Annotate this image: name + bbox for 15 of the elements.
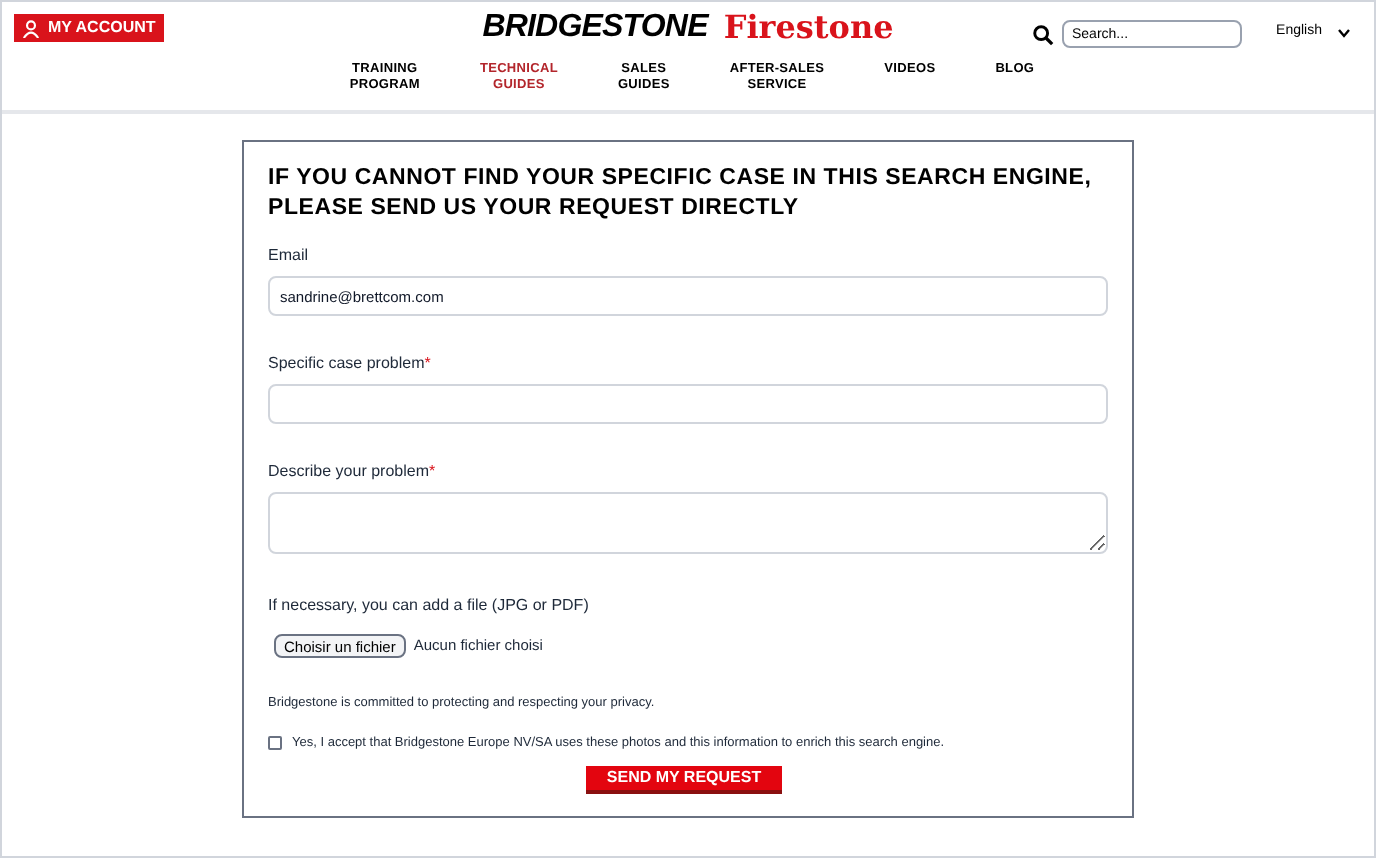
field-label: Specific case problem* bbox=[268, 352, 433, 376]
send-request-button[interactable]: SEND MY REQUEST bbox=[586, 765, 782, 793]
input-field[interactable] bbox=[268, 492, 1108, 554]
field-label: Describe your problem* bbox=[268, 460, 438, 484]
search-icon bbox=[1032, 23, 1054, 45]
brand-logo[interactable]: Firestone bbox=[723, 4, 894, 52]
brand-logo[interactable]: BRIDGESTONE bbox=[482, 4, 708, 52]
user-icon bbox=[22, 19, 40, 37]
input-field[interactable] bbox=[268, 384, 1108, 424]
file-label: If necessary, you can add a file (JPG or PDF) bbox=[268, 594, 591, 618]
field-label: Email bbox=[268, 244, 311, 268]
account-button[interactable]: MY ACCOUNT bbox=[14, 14, 164, 42]
chevron-icon bbox=[1338, 27, 1350, 38]
form-title: IF YOU CANNOT FIND YOUR SPECIFIC CASE IN THIS SEARCH ENGINE, PLEASE SEND US YOUR REQUEST DIRECTLY bbox=[268, 164, 1094, 224]
consent-checkbox[interactable] bbox=[268, 736, 282, 751]
